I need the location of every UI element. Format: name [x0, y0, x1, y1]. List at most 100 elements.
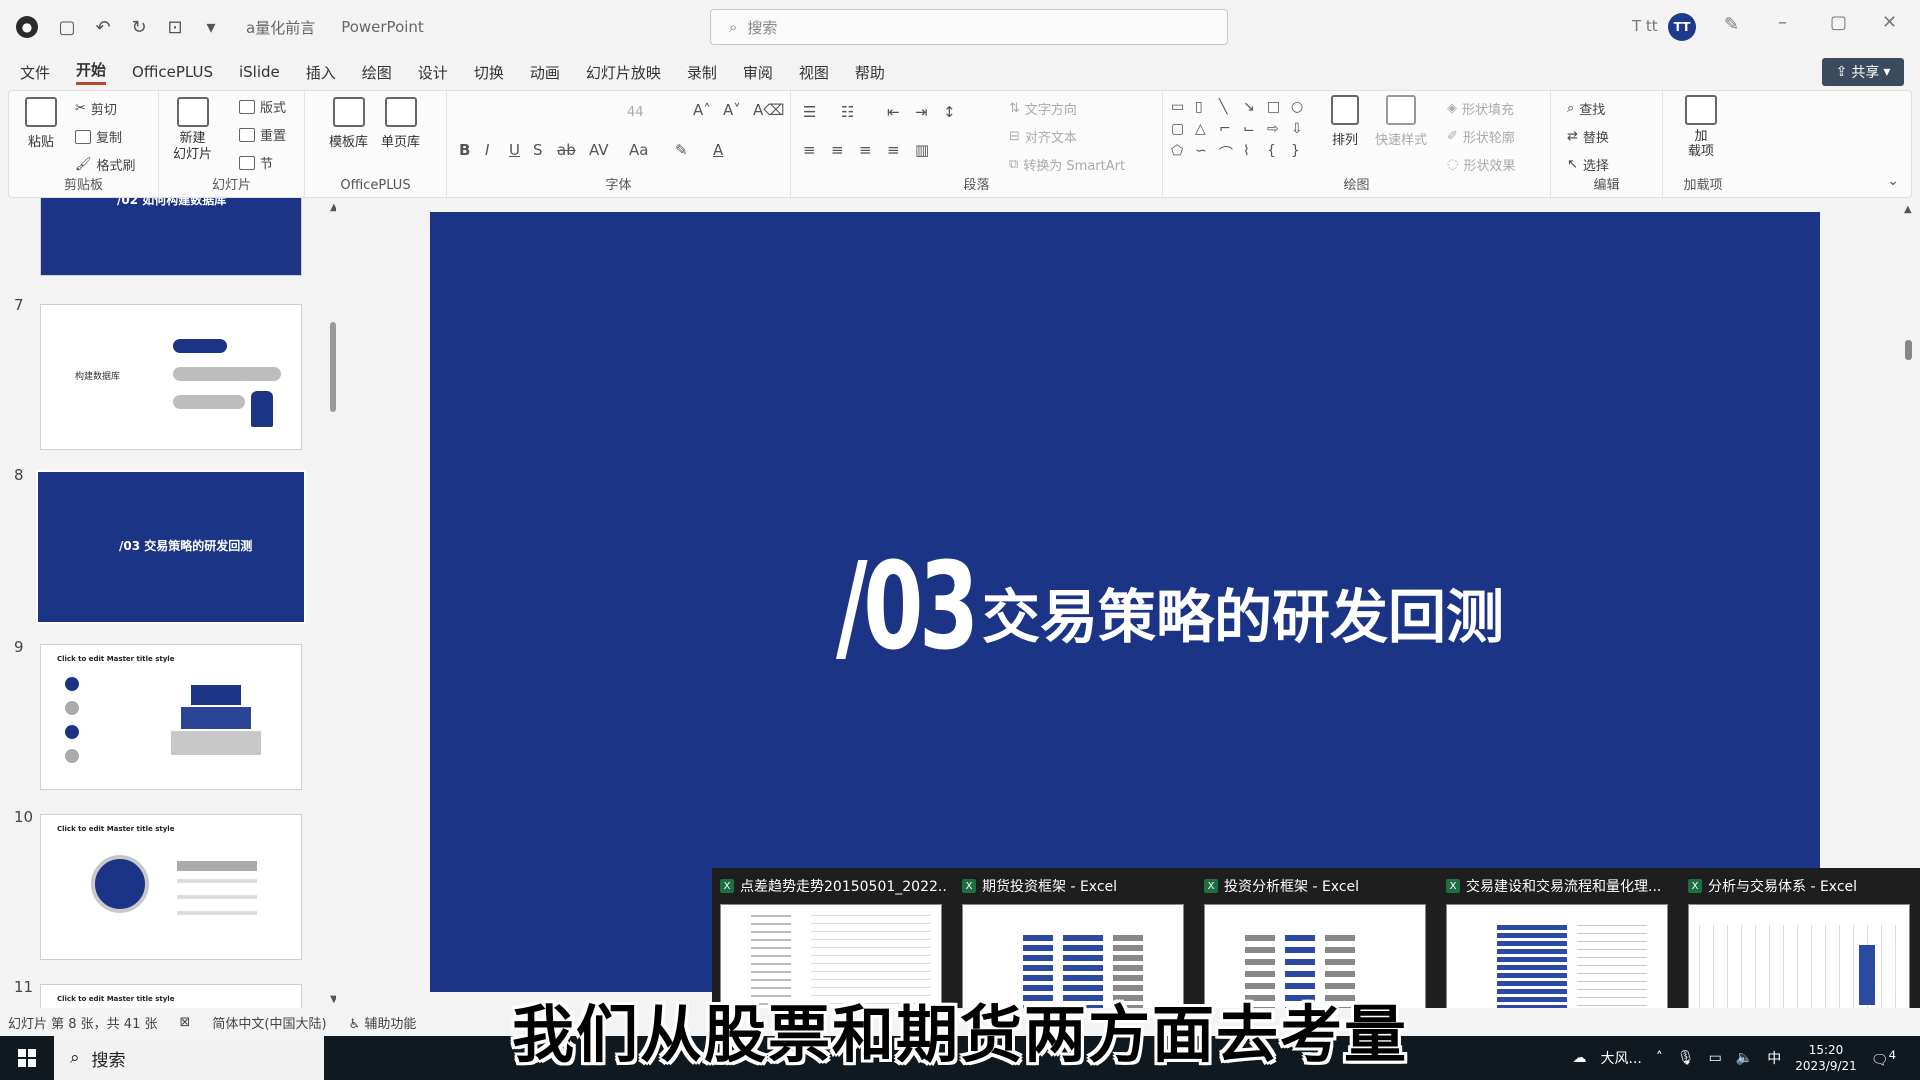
quick-styles-button[interactable]: 快速样式: [1375, 95, 1427, 148]
tab-design[interactable]: 设计: [418, 62, 448, 83]
thumbnail-scrollbar[interactable]: [330, 322, 336, 412]
close-icon[interactable]: ✕: [1882, 12, 1897, 33]
paste-button[interactable]: 粘贴: [25, 97, 57, 150]
grow-font-icon[interactable]: A˄: [693, 101, 711, 119]
font-color-icon[interactable]: A: [713, 141, 723, 159]
tab-view[interactable]: 视图: [799, 62, 829, 83]
tab-record[interactable]: 录制: [687, 62, 717, 83]
present-icon[interactable]: ⊡: [164, 17, 186, 38]
new-slide-button[interactable]: 新建 幻灯片: [173, 97, 212, 163]
template-lib-button[interactable]: 模板库: [329, 97, 368, 150]
oval-icon[interactable]: ○: [1291, 99, 1311, 115]
italic-icon[interactable]: I: [485, 141, 489, 159]
columns-icon[interactable]: ▥: [915, 141, 929, 159]
share-button[interactable]: ⇪ 共享 ▾: [1822, 58, 1904, 86]
line-icon[interactable]: ╲: [1219, 99, 1239, 115]
right-brace-icon[interactable]: }: [1291, 143, 1311, 163]
shape-fill-button[interactable]: ◈ 形状填充: [1447, 99, 1514, 118]
align-left-icon[interactable]: ≡: [803, 141, 816, 159]
bold-icon[interactable]: B: [459, 141, 470, 159]
arrange-button[interactable]: 排列: [1331, 95, 1359, 148]
line-spacing-icon[interactable]: ↕: [943, 103, 956, 121]
bullets-icon[interactable]: ☰: [803, 103, 816, 121]
scroll-up-icon[interactable]: ▲: [1904, 204, 1912, 215]
scroll-up-icon[interactable]: ▲: [330, 202, 336, 213]
text-direction-button[interactable]: ⇅ 文字方向: [1009, 99, 1077, 118]
strikethrough-icon[interactable]: ab: [557, 141, 576, 159]
rect-icon[interactable]: □: [1267, 99, 1287, 115]
numbering-icon[interactable]: ☷: [841, 103, 854, 121]
tab-animations[interactable]: 动画: [530, 62, 560, 83]
layout-button[interactable]: 版式: [239, 97, 286, 116]
triangle-icon[interactable]: △: [1195, 121, 1215, 137]
underline-icon[interactable]: U: [509, 141, 520, 159]
replace-button[interactable]: ⇄ 替换: [1567, 127, 1609, 146]
freeform-icon[interactable]: ⌇: [1243, 143, 1263, 163]
right-arrow-icon[interactable]: ⇨: [1267, 121, 1287, 137]
reset-button[interactable]: 重置: [239, 125, 286, 144]
tab-islide[interactable]: iSlide: [239, 63, 280, 81]
single-page-lib-button[interactable]: 单页库: [381, 97, 420, 150]
elbow-icon[interactable]: ⌙: [1243, 121, 1263, 137]
curve-icon[interactable]: ∽: [1195, 143, 1215, 163]
undo-icon[interactable]: ↶: [92, 17, 114, 38]
find-button[interactable]: ⌕ 查找: [1567, 99, 1605, 118]
maximize-icon[interactable]: ▢: [1830, 12, 1847, 33]
textbox-icon[interactable]: ▭: [1171, 99, 1191, 115]
slide-thumbnail[interactable]: 构建数据库: [40, 304, 302, 450]
char-spacing-icon[interactable]: AV: [589, 141, 609, 159]
slide-section-number[interactable]: /03: [836, 538, 979, 677]
slide-title[interactable]: 交易策略的研发回测: [982, 570, 1504, 654]
slide-scrollbar[interactable]: [1905, 340, 1912, 360]
select-button[interactable]: ↖ 选择: [1567, 155, 1609, 174]
arrow-line-icon[interactable]: ↘: [1243, 99, 1263, 115]
textbox-v-icon[interactable]: ▯: [1195, 99, 1215, 115]
shape-effects-button[interactable]: ◌ 形状效果: [1447, 155, 1515, 174]
shadow-icon[interactable]: S: [533, 141, 543, 159]
decrease-indent-icon[interactable]: ⇤: [887, 103, 900, 121]
minimize-icon[interactable]: –: [1778, 12, 1787, 33]
tab-help[interactable]: 帮助: [855, 62, 885, 83]
smartart-button[interactable]: ⧉ 转换为 SmartArt: [1009, 155, 1125, 174]
slide-thumbnail[interactable]: Click to edit Master title style: [40, 814, 302, 960]
align-center-icon[interactable]: ≡: [831, 141, 844, 159]
search-input[interactable]: ⌕ 搜索: [710, 9, 1228, 45]
justify-icon[interactable]: ≡: [887, 141, 900, 159]
shapes-gallery[interactable]: ▭ ▯ ╲ ↘ □ ○ ▢ △ ⌐ ⌙ ⇨ ⇩ ⬠ ∽ ⌒ ⌇{}: [1171, 99, 1321, 163]
cut-button[interactable]: ✂ 剪切: [75, 99, 117, 118]
slide-thumbnail[interactable]: /02 如何构建数据库: [40, 198, 302, 276]
avatar[interactable]: TT: [1668, 13, 1696, 41]
shape-outline-button[interactable]: ✐ 形状轮廓: [1447, 127, 1515, 146]
save-icon[interactable]: ▢: [56, 17, 78, 38]
slide-thumbnail-selected[interactable]: /03 交易策略的研发回测: [36, 470, 306, 624]
highlight-icon[interactable]: ✎: [675, 141, 688, 159]
customize-qat-icon[interactable]: ▾: [200, 17, 222, 38]
align-text-button[interactable]: ⊟ 对齐文本: [1009, 127, 1077, 146]
tab-file[interactable]: 文件: [20, 62, 50, 83]
tab-transitions[interactable]: 切换: [474, 62, 504, 83]
pentagon-icon[interactable]: ⬠: [1171, 143, 1191, 163]
tab-home[interactable]: 开始: [76, 59, 107, 85]
copy-button[interactable]: 复制: [75, 127, 122, 146]
align-right-icon[interactable]: ≡: [859, 141, 872, 159]
rounded-rect-icon[interactable]: ▢: [1171, 121, 1191, 137]
increase-indent-icon[interactable]: ⇥: [915, 103, 928, 121]
section-button[interactable]: 节: [239, 153, 273, 172]
connector-icon[interactable]: ⌐: [1219, 121, 1239, 137]
clear-format-icon[interactable]: A⌫: [753, 101, 784, 119]
redo-icon[interactable]: ↻: [128, 17, 150, 38]
slide-thumbnail[interactable]: Click to edit Master title style: [40, 644, 302, 790]
tab-draw[interactable]: 绘图: [362, 62, 392, 83]
tab-officeplus[interactable]: OfficePLUS: [132, 63, 213, 81]
addins-button[interactable]: 加 载项: [1685, 95, 1717, 159]
shrink-font-icon[interactable]: A˅: [723, 101, 741, 119]
font-size-field[interactable]: 44: [627, 105, 644, 120]
tab-insert[interactable]: 插入: [306, 62, 336, 83]
collapse-ribbon-icon[interactable]: ⌄: [1887, 173, 1899, 189]
left-brace-icon[interactable]: {: [1267, 143, 1287, 163]
down-arrow-icon[interactable]: ⇩: [1291, 121, 1311, 137]
change-case-icon[interactable]: Aa: [629, 141, 648, 159]
format-painter-button[interactable]: 🖌 格式刷: [75, 155, 136, 174]
tab-slideshow[interactable]: 幻灯片放映: [586, 62, 661, 83]
arc-icon[interactable]: ⌒: [1219, 143, 1239, 163]
